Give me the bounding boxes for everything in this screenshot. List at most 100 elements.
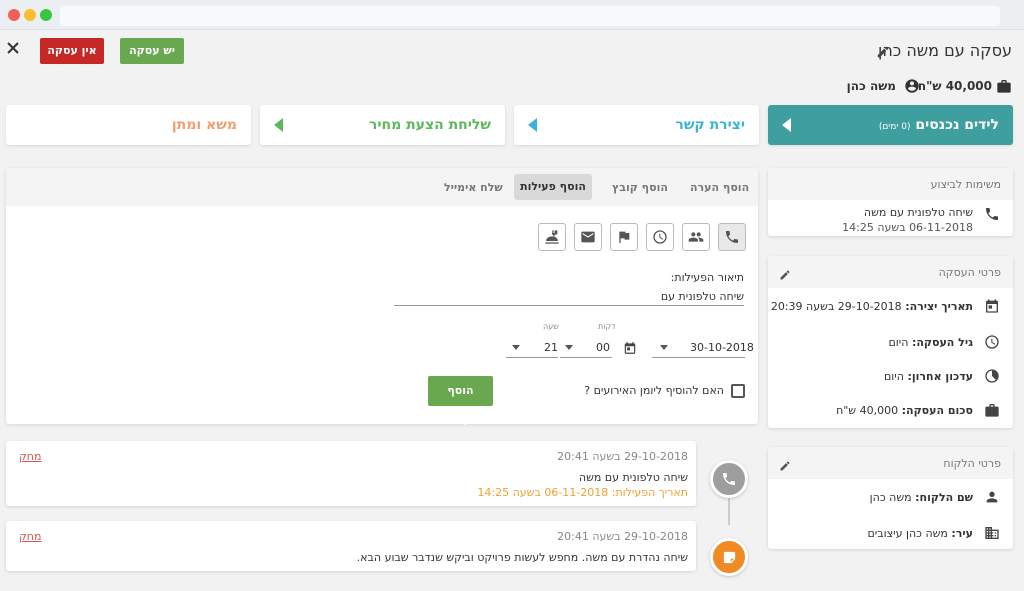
food-icon	[545, 230, 559, 244]
updated-value: היום	[884, 370, 904, 383]
tab-add-note[interactable]: הוסף הערה	[690, 181, 749, 194]
email-icon	[581, 231, 595, 243]
created-row: תאריך יצירה: 29-10-2018 בשעה 20:39	[771, 300, 973, 313]
client-details-title: פרטי הלקוח	[943, 457, 1001, 470]
tab-add-file[interactable]: הוסף קובץ	[612, 181, 668, 194]
age-row: גיל העסקה: היום	[888, 336, 973, 349]
clock-icon	[984, 334, 1000, 354]
phone-icon	[710, 460, 748, 498]
deal-details-card: פרטי העסקה תאריך יצירה: 29-10-2018 בשעה …	[768, 256, 1013, 428]
minutes-dropdown-icon[interactable]	[565, 345, 573, 350]
minimize-window-dot[interactable]	[24, 9, 36, 21]
activity-type-lunch[interactable]	[538, 223, 566, 251]
tab-add-activity[interactable]: הוסף פעילות	[514, 174, 592, 200]
stage-negotiation[interactable]: משא ומתן	[6, 105, 251, 145]
date-underline	[652, 357, 745, 358]
description-underline	[394, 305, 744, 306]
updated-label: עדכון אחרון:	[907, 370, 973, 383]
client-details-card: פרטי הלקוח שם הלקוח: משה כהן עיר: משה כה…	[768, 447, 1013, 549]
calendar-icon	[984, 298, 1000, 318]
minutes-select[interactable]: 00	[596, 341, 610, 354]
page-title: עסקה עם משה כהן	[877, 41, 1012, 60]
client-name-row: שם הלקוח: משה כהן	[870, 491, 973, 504]
hour-label: שעה	[543, 322, 559, 331]
tasks-title: משימות לביצוע	[930, 178, 1001, 191]
date-input[interactable]: 30-10-2018	[690, 341, 754, 354]
activity-type-task[interactable]	[646, 223, 674, 251]
add-to-calendar-label: האם להוסיף ליומן האירועים ?	[584, 384, 724, 397]
delete-link[interactable]: מחק	[19, 450, 41, 463]
stage-label: משא ומתן	[171, 117, 237, 133]
address-bar[interactable]	[60, 6, 1000, 26]
clock-icon	[653, 230, 667, 244]
entry-timestamp: 29-10-2018 בשעה 20:41	[557, 450, 688, 463]
calendar-icon[interactable]	[623, 340, 637, 359]
phone-icon	[726, 231, 738, 243]
briefcase-icon	[996, 78, 1012, 98]
add-activity-button[interactable]: הוסף פעילות	[428, 376, 493, 427]
activity-type-deadline[interactable]	[610, 223, 638, 251]
stage-price-quote[interactable]: שליחת הצעת מחיר	[260, 105, 505, 145]
delete-link[interactable]: מחק	[19, 530, 41, 543]
sum-label: סכום העסקה:	[901, 404, 973, 417]
activity-description-label: תיאור הפעילות:	[670, 271, 744, 284]
activity-type-call[interactable]	[718, 223, 746, 251]
entry-timestamp: 29-10-2018 בשעה 20:41	[557, 530, 688, 543]
updated-row: עדכון אחרון: היום	[884, 370, 973, 383]
age-value: היום	[888, 336, 909, 349]
minutes-underline	[560, 357, 612, 358]
stage-label: שליחת הצעת מחיר	[368, 117, 491, 133]
stage-arrow-icon	[274, 118, 283, 132]
browser-chrome	[0, 0, 1024, 30]
no-deal-button[interactable]: אין עסקה	[40, 38, 104, 64]
account-circle-icon	[904, 78, 920, 98]
created-label: תאריך יצירה:	[905, 300, 973, 313]
briefcase-icon	[984, 402, 1000, 422]
task-date: 06-11-2018 בשעה 14:25	[842, 221, 973, 234]
phone-icon	[984, 206, 1000, 226]
close-icon[interactable]	[6, 40, 20, 54]
deal-details-title: פרטי העסקה	[938, 266, 1001, 279]
client-city-value: משה כהן עיצובים	[867, 527, 948, 540]
add-to-calendar-checkbox[interactable]	[731, 384, 745, 398]
stage-contact[interactable]: יצירת קשר	[514, 105, 759, 145]
maximize-window-dot[interactable]	[40, 9, 52, 21]
contact-name[interactable]: משה כהן	[847, 79, 896, 93]
stage-days: (0 ימים)	[878, 122, 911, 132]
flag-icon	[619, 231, 630, 243]
hour-dropdown-icon[interactable]	[512, 345, 520, 350]
person-icon	[984, 489, 1000, 509]
entry-text: שיחה נהדרת עם משה. מחפש לעשות פרויקט ובי…	[356, 551, 688, 564]
activity-type-email[interactable]	[574, 223, 602, 251]
hour-underline	[506, 357, 558, 358]
deal-amount: 40,000 ש"ח	[917, 79, 992, 93]
tasks-card: משימות לביצוע שיחה טלפונית עם משה 06-11-…	[768, 168, 1013, 236]
task-title[interactable]: שיחה טלפונית עם משה	[864, 206, 973, 219]
age-label: גיל העסקה:	[911, 336, 973, 349]
minutes-label: דקות	[598, 322, 616, 331]
pencil-icon[interactable]	[779, 457, 791, 476]
stage-arrow-icon	[782, 118, 791, 132]
activity-description-input[interactable]: שיחה טלפונית עם	[394, 290, 744, 303]
sum-value: 40,000 ש"ח	[836, 404, 899, 417]
client-city-label: עיר:	[951, 527, 973, 540]
hour-select[interactable]: 21	[544, 341, 558, 354]
date-dropdown-icon[interactable]	[660, 345, 668, 350]
deal-won-button[interactable]: יש עסקה	[120, 38, 184, 64]
client-name-label: שם הלקוח:	[915, 491, 973, 504]
tab-send-email[interactable]: שלח אימייל	[444, 181, 503, 194]
created-value: 29-10-2018 בשעה 20:39	[770, 300, 902, 313]
entry-text: שיחה טלפונית עם משה	[578, 471, 688, 484]
client-name-value[interactable]: משה כהן	[870, 491, 912, 504]
stage-arrow-icon	[528, 118, 537, 132]
stage-incoming-leads[interactable]: לידים נכנסים (0 ימים)	[768, 105, 1013, 145]
close-window-dot[interactable]	[8, 9, 20, 21]
note-icon	[710, 538, 748, 576]
pencil-icon[interactable]	[779, 266, 791, 285]
activity-type-meeting[interactable]	[682, 223, 710, 251]
client-city-row: עיר: משה כהן עיצובים	[867, 527, 973, 540]
timeline-entry: מחק 29-10-2018 בשעה 20:41 שיחה נהדרת עם …	[6, 521, 696, 571]
pencil-icon[interactable]	[876, 44, 890, 58]
building-icon	[984, 525, 1000, 545]
people-icon	[688, 232, 704, 242]
